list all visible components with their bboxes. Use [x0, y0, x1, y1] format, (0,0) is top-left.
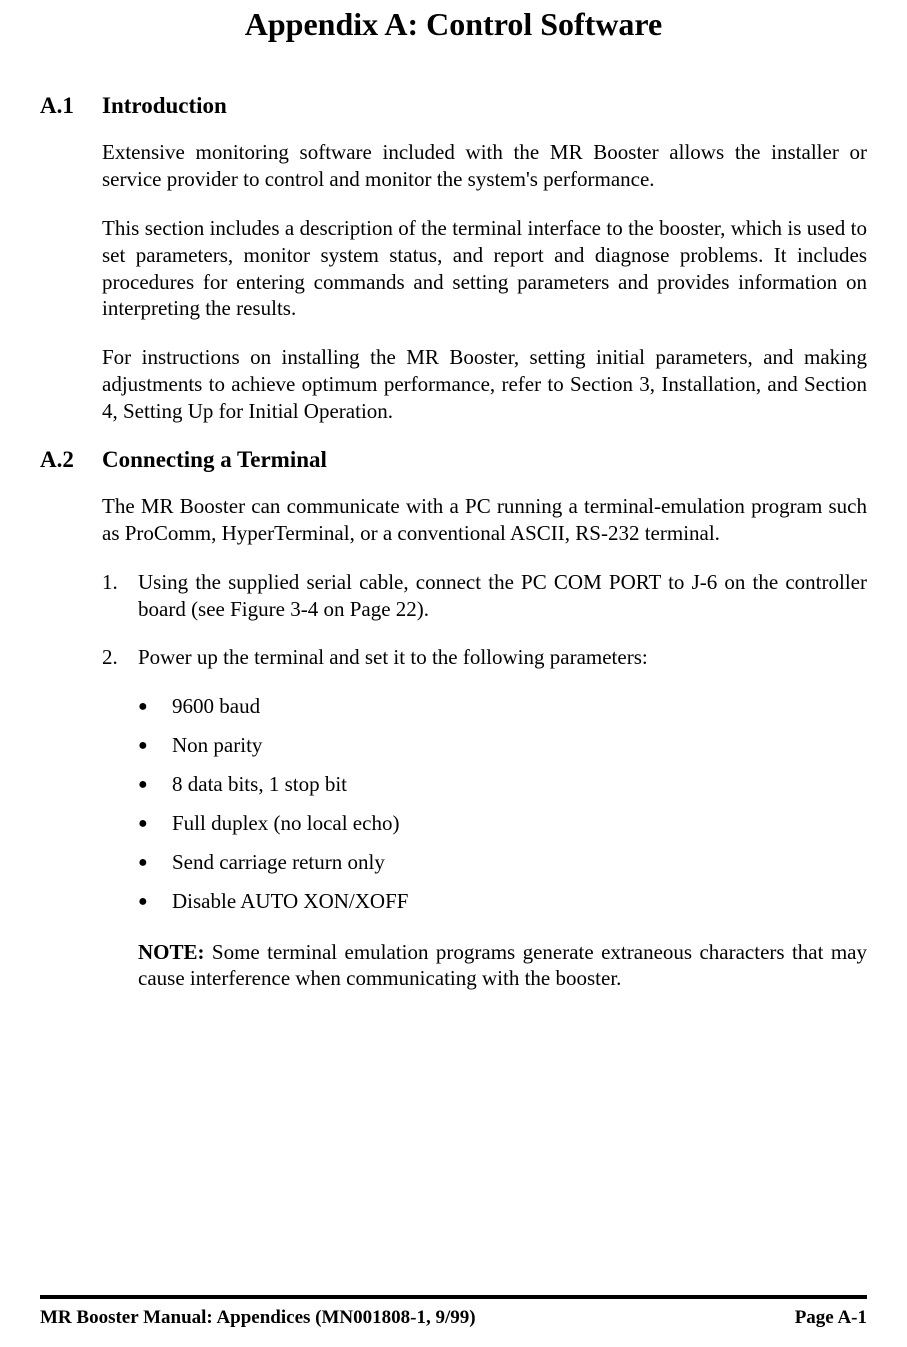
section-title: Introduction	[102, 93, 227, 119]
list-item: ● Disable AUTO XON/XOFF	[138, 888, 867, 915]
section-a2-heading: A.2 Connecting a Terminal	[40, 447, 867, 473]
bullet-icon: ●	[138, 732, 172, 759]
list-text: Non parity	[172, 732, 262, 759]
bullet-list: ● 9600 baud ● Non parity ● 8 data bits, …	[138, 693, 867, 914]
note-label: NOTE:	[138, 940, 205, 964]
appendix-title: Appendix A: Control Software	[40, 6, 867, 43]
paragraph: Extensive monitoring software included w…	[102, 139, 867, 193]
list-item: 1. Using the supplied serial cable, conn…	[102, 569, 867, 623]
paragraph: This section includes a description of t…	[102, 215, 867, 323]
list-text: 8 data bits, 1 stop bit	[172, 771, 347, 798]
list-item: ● Send carriage return only	[138, 849, 867, 876]
note-block: NOTE: Some terminal emulation programs g…	[138, 939, 867, 993]
note-text: Some terminal emulation programs generat…	[138, 940, 867, 991]
bullet-icon: ●	[138, 849, 172, 876]
list-text: Full duplex (no local echo)	[172, 810, 399, 837]
section-a1-body: Extensive monitoring software included w…	[102, 139, 867, 425]
section-title: Connecting a Terminal	[102, 447, 327, 473]
list-item: ● Non parity	[138, 732, 867, 759]
page-footer: MR Booster Manual: Appendices (MN001808-…	[40, 1307, 867, 1329]
list-text: Power up the terminal and set it to the …	[138, 644, 648, 671]
ordered-list: 1. Using the supplied serial cable, conn…	[102, 569, 867, 672]
bullet-icon: ●	[138, 810, 172, 837]
list-text: Disable AUTO XON/XOFF	[172, 888, 408, 915]
footer-right: Page A-1	[795, 1307, 867, 1329]
list-text: Using the supplied serial cable, connect…	[138, 569, 867, 623]
list-item: 2. Power up the terminal and set it to t…	[102, 644, 867, 671]
list-item: ● 8 data bits, 1 stop bit	[138, 771, 867, 798]
paragraph: The MR Booster can communicate with a PC…	[102, 493, 867, 547]
page-content: Appendix A: Control Software A.1 Introdu…	[0, 6, 907, 992]
section-number: A.1	[40, 93, 102, 119]
list-text: Send carriage return only	[172, 849, 385, 876]
bullet-icon: ●	[138, 693, 172, 720]
section-number: A.2	[40, 447, 102, 473]
list-item: ● Full duplex (no local echo)	[138, 810, 867, 837]
list-item: ● 9600 baud	[138, 693, 867, 720]
list-number: 2.	[102, 644, 138, 671]
bullet-icon: ●	[138, 771, 172, 798]
list-number: 1.	[102, 569, 138, 623]
bullet-icon: ●	[138, 888, 172, 915]
footer-left: MR Booster Manual: Appendices (MN001808-…	[40, 1307, 476, 1329]
section-a1-heading: A.1 Introduction	[40, 93, 867, 119]
section-a2-intro: The MR Booster can communicate with a PC…	[102, 493, 867, 547]
list-text: 9600 baud	[172, 693, 260, 720]
paragraph: For instructions on installing the MR Bo…	[102, 344, 867, 425]
footer-rule	[40, 1295, 867, 1299]
